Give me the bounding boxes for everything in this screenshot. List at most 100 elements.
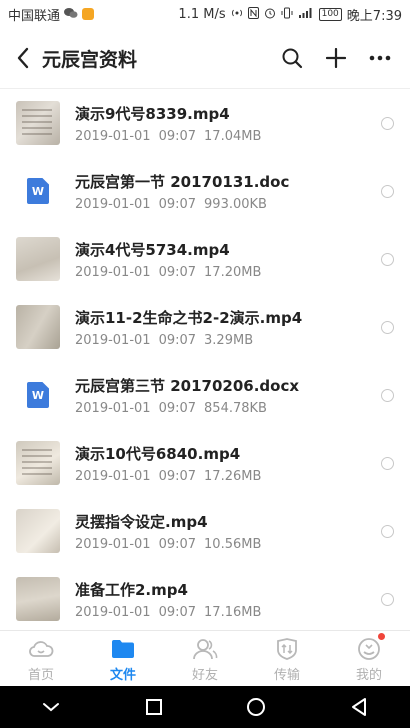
file-date: 2019-01-01 <box>75 468 151 484</box>
bottom-tab-bar: 首页 文件 好友 传输 我的 <box>0 630 410 687</box>
app-notification-icon <box>82 8 95 20</box>
video-thumbnail <box>16 441 60 485</box>
tab-transfer[interactable]: 传输 <box>246 631 328 687</box>
transfer-icon <box>274 636 300 662</box>
video-thumbnail <box>16 237 60 281</box>
file-date: 2019-01-01 <box>75 400 151 416</box>
file-size: 17.20MB <box>204 264 262 280</box>
file-name: 灵摆指令设定.mp4 <box>75 512 208 531</box>
search-button[interactable] <box>272 38 312 78</box>
file-row[interactable]: 演示9代号8339.mp4 2019-01-01 09:07 17.04MB <box>0 89 410 157</box>
back-triangle-icon <box>351 698 366 716</box>
vibrate-icon <box>281 7 293 22</box>
file-date: 2019-01-01 <box>75 128 151 144</box>
clock: 晚上7:39 <box>346 8 402 24</box>
notification-dot <box>378 633 385 640</box>
select-radio[interactable] <box>381 456 394 470</box>
file-time: 09:07 <box>158 604 197 620</box>
file-size: 854.78KB <box>204 400 267 416</box>
select-radio[interactable] <box>381 524 394 538</box>
video-thumbnail <box>16 577 60 621</box>
file-name: 演示4代号5734.mp4 <box>75 240 230 259</box>
more-icon <box>369 55 391 61</box>
video-thumbnail <box>16 305 60 349</box>
file-row[interactable]: 演示10代号6840.mp4 2019-01-01 09:07 17.26MB <box>0 429 410 497</box>
chevron-down-icon <box>43 703 60 712</box>
tab-friends[interactable]: 好友 <box>164 631 246 687</box>
back-button[interactable] <box>10 38 36 78</box>
nav-back-button[interactable] <box>339 687 379 727</box>
home-circle-icon <box>247 698 266 716</box>
friends-icon <box>192 636 218 662</box>
file-time: 09:07 <box>158 264 197 280</box>
search-icon <box>282 48 303 69</box>
file-time: 09:07 <box>158 332 197 348</box>
file-size: 3.29MB <box>204 332 254 348</box>
file-row[interactable]: 准备工作2.mp4 2019-01-01 09:07 17.16MB <box>0 565 410 631</box>
top-app-bar: 元辰宫资料 <box>0 28 410 88</box>
alarm-icon <box>264 7 276 22</box>
file-name: 演示11-2生命之书2-2演示.mp4 <box>75 308 303 327</box>
select-radio[interactable] <box>381 184 394 198</box>
file-time: 09:07 <box>158 128 197 144</box>
file-row[interactable]: 演示4代号5734.mp4 2019-01-01 09:07 17.20MB <box>0 225 410 293</box>
status-bar: 中国联通 1.1 M/s 100 晚上7:39 <box>0 0 410 28</box>
select-radio[interactable] <box>381 592 394 606</box>
word-doc-icon: W <box>16 373 60 417</box>
system-nav-bar <box>0 686 410 728</box>
tab-files[interactable]: 文件 <box>82 631 164 687</box>
file-date: 2019-01-01 <box>75 604 151 620</box>
file-name: 演示9代号8339.mp4 <box>75 104 230 123</box>
file-row[interactable]: W 元辰宫第一节 20170131.doc 2019-01-01 09:07 993… <box>0 157 410 225</box>
file-time: 09:07 <box>158 536 197 552</box>
word-doc-icon: W <box>16 169 60 213</box>
file-time: 09:07 <box>158 468 197 484</box>
file-date: 2019-01-01 <box>75 196 151 212</box>
tab-profile[interactable]: 我的 <box>328 631 410 687</box>
file-date: 2019-01-01 <box>75 332 151 348</box>
hotspot-icon <box>231 7 243 22</box>
select-radio[interactable] <box>381 252 394 266</box>
file-size: 17.04MB <box>204 128 262 144</box>
profile-icon <box>356 636 382 662</box>
file-size: 10.56MB <box>204 536 262 552</box>
file-size: 17.26MB <box>204 468 262 484</box>
more-options-button[interactable] <box>360 38 400 78</box>
cloud-icon <box>28 636 54 662</box>
video-thumbnail <box>16 101 60 145</box>
add-button[interactable] <box>316 38 356 78</box>
wechat-icon <box>64 7 78 22</box>
file-time: 09:07 <box>158 196 197 212</box>
file-date: 2019-01-01 <box>75 264 151 280</box>
file-name: 元辰宫第三节 20170206.docx <box>75 376 300 395</box>
plus-icon <box>326 48 346 68</box>
nav-recents-button[interactable] <box>134 687 174 727</box>
signal-icon <box>298 7 314 22</box>
tab-label: 我的 <box>355 667 382 683</box>
file-size: 17.16MB <box>204 604 262 620</box>
nav-collapse-button[interactable] <box>31 687 71 727</box>
tab-label: 首页 <box>27 667 54 683</box>
back-arrow-icon <box>17 47 29 69</box>
file-date: 2019-01-01 <box>75 536 151 552</box>
folder-icon <box>110 636 136 662</box>
page-title: 元辰宫资料 <box>42 48 138 71</box>
carrier-label: 中国联通 <box>8 8 61 24</box>
file-row[interactable]: W 元辰宫第三节 20170206.docx 2019-01-01 09:07 85… <box>0 361 410 429</box>
file-name: 演示10代号6840.mp4 <box>75 444 241 463</box>
video-thumbnail <box>16 509 60 553</box>
file-size: 993.00KB <box>204 196 267 212</box>
nav-home-button[interactable] <box>236 687 276 727</box>
file-row[interactable]: 灵摆指令设定.mp4 2019-01-01 09:07 10.56MB <box>0 497 410 565</box>
file-name: 准备工作2.mp4 <box>75 580 188 599</box>
select-radio[interactable] <box>381 116 394 130</box>
file-name: 元辰宫第一节 20170131.doc <box>75 172 290 191</box>
tab-label: 好友 <box>191 667 218 683</box>
select-radio[interactable] <box>381 320 394 334</box>
select-radio[interactable] <box>381 388 394 402</box>
tab-label: 文件 <box>109 667 136 683</box>
battery-indicator: 100 <box>318 7 342 21</box>
file-row[interactable]: 演示11-2生命之书2-2演示.mp4 2019-01-01 09:07 3.29M… <box>0 293 410 361</box>
tab-home[interactable]: 首页 <box>0 631 82 687</box>
file-time: 09:07 <box>158 400 197 416</box>
